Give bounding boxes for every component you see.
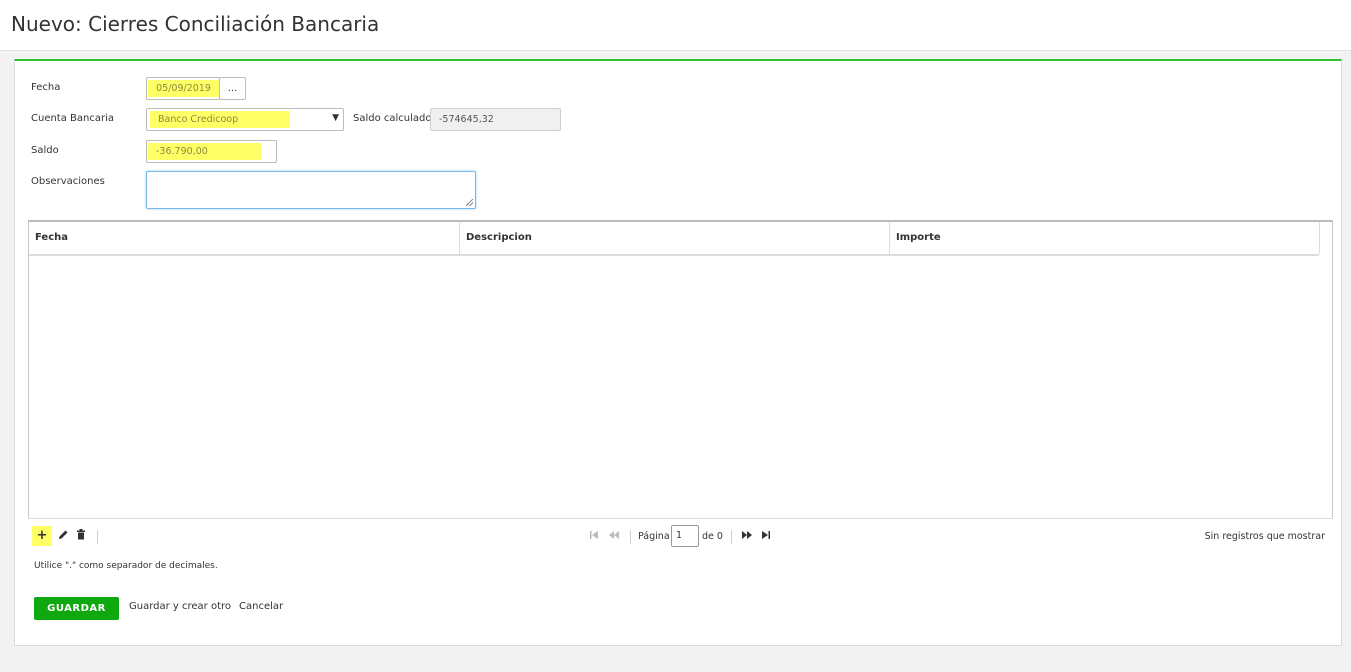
edit-icon[interactable] <box>56 529 70 543</box>
cancel-link[interactable]: Cancelar <box>239 601 283 612</box>
column-header-importe[interactable]: Importe <box>890 222 1320 254</box>
page-number-input[interactable]: 1 <box>671 525 699 547</box>
observaciones-label: Observaciones <box>31 176 105 187</box>
page-count-label: de 0 <box>702 531 723 542</box>
pager-separator <box>731 530 732 544</box>
saldo-label: Saldo <box>31 145 59 156</box>
form-panel: Fecha 05/09/2019 ... Cuenta Bancaria Ban… <box>14 59 1342 646</box>
pager-separator <box>97 530 98 544</box>
save-and-new-link[interactable]: Guardar y crear otro <box>129 601 231 612</box>
fecha-label: Fecha <box>31 82 61 93</box>
chevron-down-icon: ▼ <box>332 113 339 123</box>
date-picker-button[interactable]: ... <box>219 77 246 100</box>
fecha-value: 05/09/2019 <box>148 80 219 97</box>
resize-grip-icon[interactable] <box>466 199 473 206</box>
pager-separator <box>630 530 631 544</box>
grid-header: Fecha Descripcion Importe <box>29 222 1320 256</box>
decimal-separator-note: Utilice "." como separador de decimales. <box>34 561 218 571</box>
cuenta-bancaria-label: Cuenta Bancaria <box>31 113 115 124</box>
saldo-input[interactable]: -36.790,00 <box>146 140 277 163</box>
records-status: Sin registros que mostrar <box>1204 531 1325 542</box>
save-button[interactable]: GUARDAR <box>34 597 119 620</box>
delete-icon[interactable] <box>74 529 88 543</box>
observaciones-textarea[interactable] <box>146 171 476 209</box>
column-header-fecha[interactable]: Fecha <box>29 222 460 254</box>
grid-pager: + Página 1 de 0 Sin registros que mostra… <box>28 518 1333 554</box>
page-header: Nuevo: Cierres Conciliación Bancaria <box>0 0 1351 51</box>
next-page-icon[interactable] <box>740 530 754 542</box>
cuenta-bancaria-value: Banco Credicoop <box>150 111 290 128</box>
cuenta-bancaria-select[interactable]: Banco Credicoop ▼ <box>146 108 344 131</box>
previous-page-icon[interactable] <box>607 530 621 542</box>
last-page-icon[interactable] <box>760 530 772 542</box>
add-icon[interactable]: + <box>32 526 52 546</box>
page-title: Nuevo: Cierres Conciliación Bancaria <box>11 12 380 36</box>
column-header-descripcion[interactable]: Descripcion <box>460 222 890 254</box>
saldo-value: -36.790,00 <box>148 143 261 160</box>
page-label: Página <box>638 531 670 542</box>
first-page-icon[interactable] <box>588 530 600 542</box>
saldo-calculado-label: Saldo calculado <box>353 113 432 124</box>
fecha-input[interactable]: 05/09/2019 <box>146 77 220 100</box>
detail-grid: Fecha Descripcion Importe <box>28 220 1333 554</box>
saldo-calculado-field: -574645,32 <box>430 108 561 131</box>
